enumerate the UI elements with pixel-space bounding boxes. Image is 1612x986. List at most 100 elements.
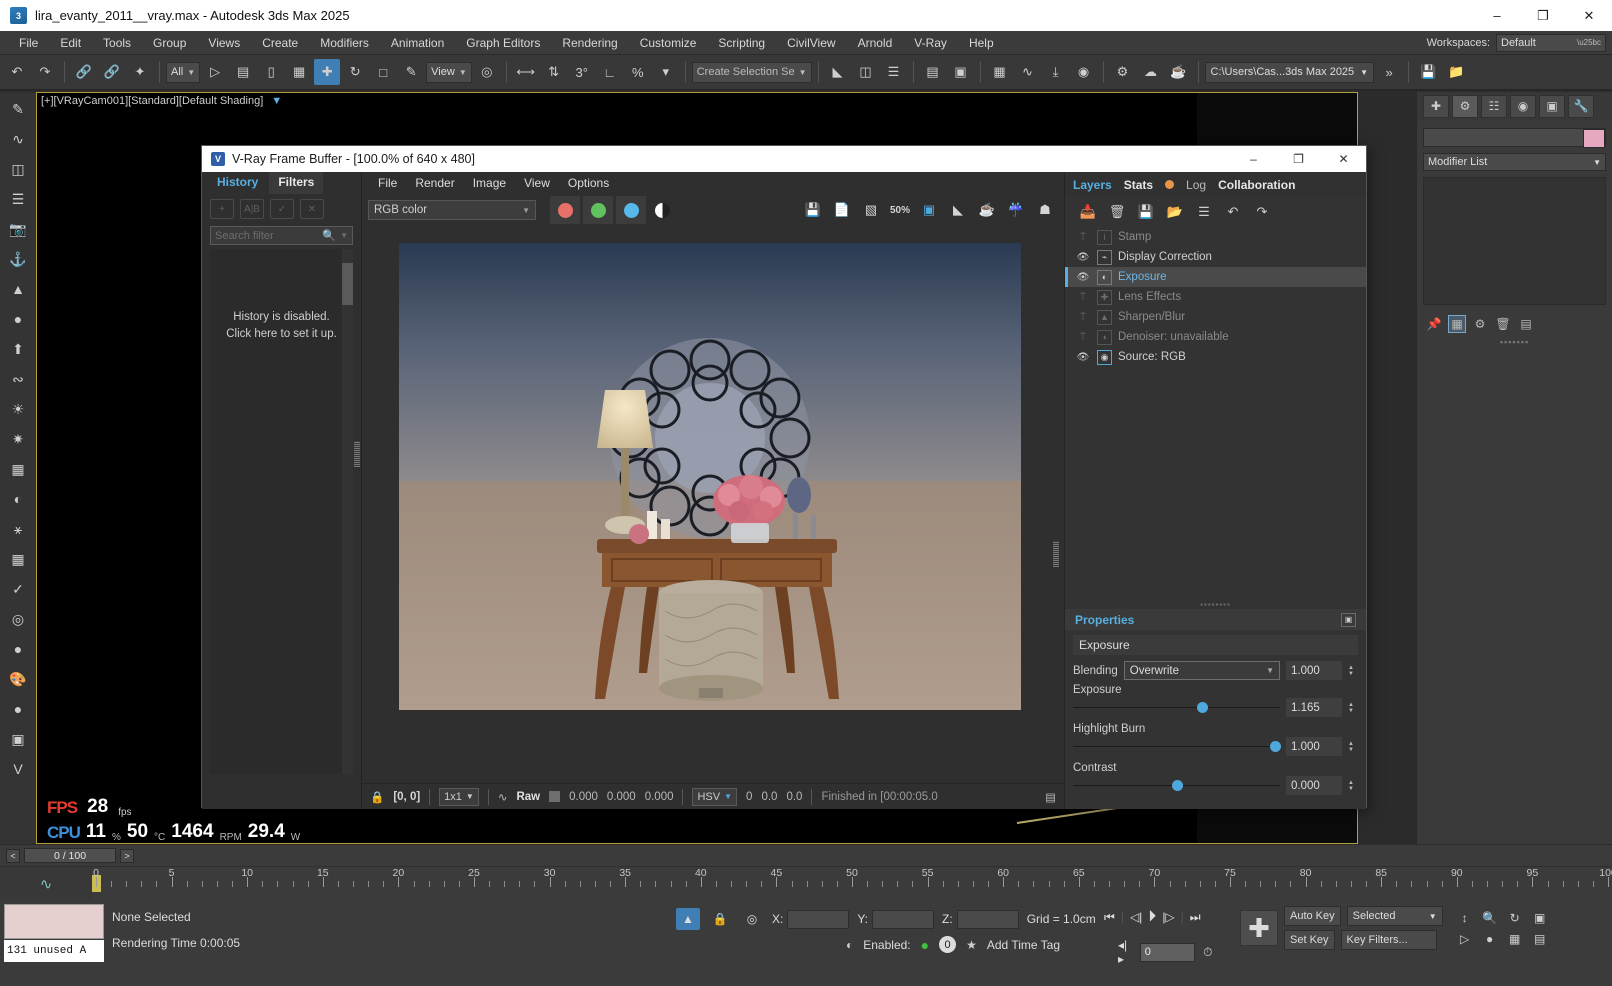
z-input[interactable]: [956, 909, 1019, 929]
modifier-stack[interactable]: [1423, 177, 1606, 305]
key-step-icon[interactable]: ◂|▸: [1118, 938, 1132, 966]
curve-editor-icon[interactable]: ∿: [40, 875, 53, 893]
spinner-snap-icon[interactable]: ▾: [653, 59, 679, 85]
exposure-slider[interactable]: [1073, 700, 1280, 715]
save-layers-icon[interactable]: 💾: [1135, 202, 1157, 222]
reference-coordinate-select[interactable]: View ▼: [426, 61, 472, 83]
vfb-menu-image[interactable]: Image: [465, 174, 514, 192]
select-and-scale-icon[interactable]: □: [370, 59, 396, 85]
exposure-spinner[interactable]: ▲ ▼: [1348, 702, 1358, 714]
undo-icon[interactable]: ↶: [1222, 202, 1244, 222]
delete-history-icon[interactable]: ✕: [300, 199, 324, 219]
menu-edit[interactable]: Edit: [49, 33, 92, 53]
material-editor-icon[interactable]: ◉: [1071, 59, 1097, 85]
visibility-toggle-icon[interactable]: 👁: [1075, 352, 1091, 363]
highlight-burn-spinner[interactable]: ▲ ▼: [1348, 741, 1358, 753]
blending-amount-spinner[interactable]: ▲ ▼: [1348, 665, 1358, 677]
target-tool-icon[interactable]: ◎: [4, 605, 32, 633]
contrast-slider-knob[interactable]: [1172, 780, 1184, 791]
blue-channel-button[interactable]: [616, 196, 646, 224]
absolute-relative-toggle-icon[interactable]: ▲: [676, 908, 700, 930]
effect-name-field[interactable]: Exposure: [1073, 635, 1358, 655]
green-channel-button[interactable]: [583, 196, 613, 224]
modifier-list-select[interactable]: Modifier List ▼: [1423, 153, 1606, 171]
zoom-level-button[interactable]: 50%: [887, 197, 913, 223]
blending-amount-field[interactable]: 1.000: [1286, 661, 1342, 680]
scene-explorer-icon[interactable]: ▤: [920, 59, 946, 85]
layer-row-sharpen-blur[interactable]: ⍑ ▲ Sharpen/Blur: [1065, 307, 1366, 327]
expand-toolbar-icon[interactable]: »: [1376, 59, 1402, 85]
menu-graph-editors[interactable]: Graph Editors: [455, 33, 551, 53]
history-scrollbar[interactable]: [342, 249, 353, 774]
cone-tool-icon[interactable]: ▲: [4, 275, 32, 303]
arrow-tool-icon[interactable]: ⬆: [4, 335, 32, 363]
highlight-burn-slider[interactable]: [1073, 739, 1281, 754]
bind-to-space-warp-icon[interactable]: ✦: [127, 59, 153, 85]
rendered-image[interactable]: [399, 243, 1021, 710]
pan-view-icon[interactable]: ↕: [1455, 909, 1475, 927]
select-by-name-icon[interactable]: ▤: [230, 59, 256, 85]
set-keys-button[interactable]: ✚: [1240, 910, 1278, 946]
key-filters-button[interactable]: Key Filters...: [1340, 930, 1437, 950]
modify-tab[interactable]: ⚙: [1452, 94, 1478, 118]
unlink-selection-icon[interactable]: 🔗: [99, 59, 125, 85]
visibility-toggle-icon[interactable]: ⍑: [1075, 332, 1091, 343]
person-tool-icon[interactable]: ⚹: [4, 515, 32, 543]
schematic-view-icon[interactable]: ⤓: [1043, 59, 1069, 85]
menu-animation[interactable]: Animation: [380, 33, 455, 53]
open-scene-icon[interactable]: 📁: [1443, 59, 1469, 85]
layer-row-stamp[interactable]: ⍑ i Stamp: [1065, 227, 1366, 247]
material-ball-icon[interactable]: ●: [4, 695, 32, 723]
sphere-tool-icon[interactable]: ●: [4, 305, 32, 333]
align-objects-icon[interactable]: ◫: [853, 59, 879, 85]
go-to-end-icon[interactable]: ⏭: [1190, 910, 1201, 925]
render-stop-icon[interactable]: ☔: [1003, 197, 1029, 223]
paint-tool-icon[interactable]: ✎: [4, 95, 32, 123]
curve-icon[interactable]: ∿: [498, 790, 508, 804]
visibility-toggle-icon[interactable]: ⍑: [1075, 312, 1091, 323]
red-channel-button[interactable]: [550, 196, 580, 224]
gradient-tool-icon[interactable]: ◐: [4, 485, 32, 513]
box-tool-icon[interactable]: ◫: [4, 155, 32, 183]
time-tag-badge[interactable]: 0: [939, 936, 957, 953]
history-scrollbar-thumb[interactable]: [342, 263, 353, 305]
left-resize-handle[interactable]: [354, 441, 360, 467]
layer-row-denoiser[interactable]: ⍑ ◖ Denoiser: unavailable: [1065, 327, 1366, 347]
vfb-close-button[interactable]: ✕: [1321, 146, 1366, 172]
visibility-toggle-icon[interactable]: 👁: [1075, 272, 1091, 283]
add-to-history-icon[interactable]: +: [210, 199, 234, 219]
load-layers-icon[interactable]: 📂: [1164, 202, 1186, 222]
next-frame-icon[interactable]: |▷: [1162, 910, 1174, 924]
properties-resize-grip[interactable]: ▪▪▪▪▪▪▪▪: [1065, 600, 1366, 609]
auto-key-button[interactable]: Auto Key: [1284, 906, 1341, 926]
menu-vray[interactable]: V-Ray: [903, 33, 958, 53]
hierarchy-tab[interactable]: ☷: [1481, 94, 1507, 118]
menu-modifiers[interactable]: Modifiers: [309, 33, 380, 53]
highlight-burn-value-field[interactable]: 1.000: [1286, 737, 1342, 756]
selection-filter-select[interactable]: All ▼: [166, 61, 201, 83]
set-as-render-icon[interactable]: ✓: [270, 199, 294, 219]
percent-snap-icon[interactable]: %: [625, 59, 651, 85]
history-message-line2[interactable]: Click here to set it up.: [226, 326, 337, 343]
toggle-status-panel-icon[interactable]: ▤: [1045, 790, 1056, 804]
layer-row-source-rgb[interactable]: 👁 ◉ Source: RGB: [1065, 347, 1366, 367]
key-mode-select[interactable]: Selected ▼: [1346, 906, 1443, 926]
fit-to-window-icon[interactable]: ▣: [916, 197, 942, 223]
light-tool-icon[interactable]: ☀: [4, 395, 32, 423]
vfb-menu-file[interactable]: File: [370, 174, 405, 192]
time-slider[interactable]: 0 / 100: [24, 848, 116, 863]
redo-icon[interactable]: ↷: [1251, 202, 1273, 222]
filter-icon[interactable]: ▼: [271, 95, 282, 107]
key-toggle-icon[interactable]: ◐: [846, 938, 853, 952]
select-object-icon[interactable]: ▷: [202, 59, 228, 85]
tab-collaboration[interactable]: Collaboration: [1218, 178, 1295, 192]
layer-presets-icon[interactable]: ☰: [1193, 202, 1215, 222]
pivot-point-icon[interactable]: ◎: [474, 59, 500, 85]
menu-civilview[interactable]: CivilView: [776, 33, 846, 53]
menu-arnold[interactable]: Arnold: [847, 33, 904, 53]
named-selection-set-input[interactable]: Create Selection Se ▼: [691, 61, 812, 83]
vfb-menu-options[interactable]: Options: [560, 174, 617, 192]
field-of-view-icon[interactable]: ▷: [1455, 930, 1475, 948]
vray-frame-buffer-window[interactable]: V V-Ray Frame Buffer - [100.0% of 640 x …: [201, 145, 1367, 809]
remove-layer-icon[interactable]: 🗑: [1106, 202, 1128, 222]
